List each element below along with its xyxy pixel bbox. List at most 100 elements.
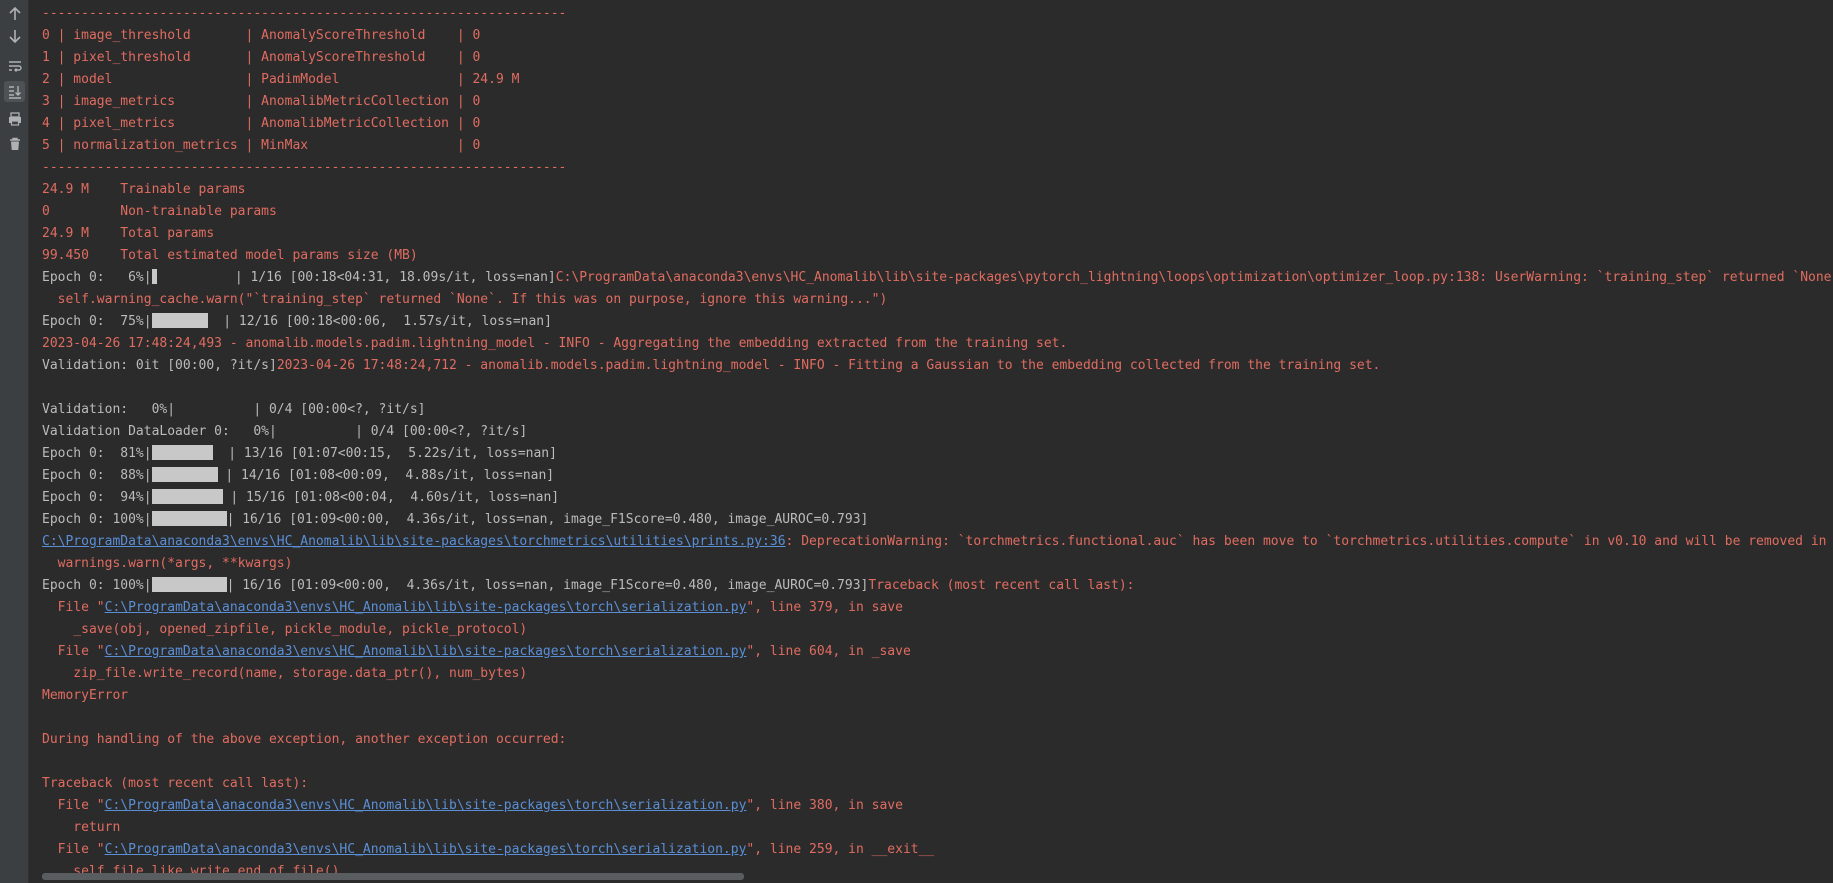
- progress-bar-fill: [151, 467, 218, 482]
- console-line: 4 | pixel_metrics | AnomalibMetricCollec…: [42, 113, 1833, 135]
- console-text: | 13/16 [01:07<00:15, 5.22s/it, loss=nan…: [212, 446, 557, 461]
- progress-bar-fill: [151, 511, 227, 526]
- console-line: 99.450 Total estimated model params size…: [42, 245, 1833, 267]
- trash-icon: [9, 137, 20, 150]
- console-text: 99.450 Total estimated model params size…: [42, 248, 418, 263]
- console-line: MemoryError: [42, 685, 1833, 707]
- console-line: 0 Non-trainable params: [42, 201, 1833, 223]
- console-text: Epoch 0: 94%|: [42, 490, 152, 505]
- console-text: return: [42, 820, 121, 835]
- console-text: : DeprecationWarning: `torchmetrics.func…: [785, 534, 1833, 549]
- clear-all-button[interactable]: [4, 133, 25, 154]
- console-text: Epoch 0: 88%|: [42, 468, 152, 483]
- console-line: Epoch 0: 100%| | 16/16 [01:09<00:00, 4.36…: [42, 509, 1833, 531]
- arrow-up-icon: [8, 6, 21, 20]
- console-line: Epoch 0: 75%| | 12/16 [00:18<00:06, 1.57…: [42, 311, 1833, 333]
- console-line: return: [42, 817, 1833, 839]
- progress-bar-fill: [151, 313, 208, 328]
- console-line: File "C:\ProgramData\anaconda3\envs\HC_A…: [42, 597, 1833, 619]
- console-line: 2023-04-26 17:48:24,493 - anomalib.model…: [42, 333, 1833, 355]
- console-text: File ": [42, 798, 105, 813]
- console-text: Epoch 0: 100%|: [42, 578, 152, 593]
- console-toolbar: [0, 0, 29, 883]
- scroll-up-button[interactable]: [4, 3, 25, 24]
- console-line: Validation: 0it [00:00, ?it/s]2023-04-26…: [42, 355, 1833, 377]
- console-text: Epoch 0: 75%|: [42, 314, 152, 329]
- console-text: | 16/16 [01:09<00:00, 4.36s/it, loss=nan…: [226, 512, 869, 527]
- scroll-down-button[interactable]: [4, 25, 25, 46]
- console-text: Epoch 0: 100%|: [42, 512, 152, 527]
- console-line: File "C:\ProgramData\anaconda3\envs\HC_A…: [42, 641, 1833, 663]
- console-line: During handling of the above exception, …: [42, 729, 1833, 751]
- file-path-link[interactable]: C:\ProgramData\anaconda3\envs\HC_Anomali…: [105, 644, 747, 659]
- console-line: Traceback (most recent call last):: [42, 773, 1833, 795]
- console-text: 1 | pixel_threshold | AnomalyScoreThresh…: [42, 50, 481, 65]
- run-console-window: ----------------------------------------…: [0, 0, 1833, 883]
- print-icon: [8, 111, 21, 126]
- console-line: File "C:\ProgramData\anaconda3\envs\HC_A…: [42, 839, 1833, 861]
- scroll-to-end-icon: [8, 85, 21, 99]
- console-text: | 16/16 [01:09<00:00, 4.36s/it, loss=nan…: [226, 578, 869, 593]
- console-line: 3 | image_metrics | AnomalibMetricCollec…: [42, 91, 1833, 113]
- console-text: ", line 379, in save: [746, 600, 903, 615]
- console-text: File ": [42, 644, 105, 659]
- console-line: Epoch 0: 88%| | 14/16 [01:08<00:09, 4.88…: [42, 465, 1833, 487]
- console-text: During handling of the above exception, …: [42, 732, 567, 747]
- console-line: 5 | normalization_metrics | MinMax | 0: [42, 135, 1833, 157]
- console-text: | 1/16 [00:18<04:31, 18.09s/it, loss=nan…: [156, 270, 556, 285]
- console-text: Epoch 0: 81%|: [42, 446, 152, 461]
- progress-bar-fill: [151, 489, 223, 504]
- console-text: ----------------------------------------…: [42, 6, 567, 21]
- file-path-link[interactable]: C:\ProgramData\anaconda3\envs\HC_Anomali…: [105, 842, 747, 857]
- console-text: 2023-04-26 17:48:24,493 - anomalib.model…: [42, 336, 1068, 351]
- console-line: Epoch 0: 6%| | 1/16 [00:18<04:31, 18.09s…: [42, 267, 1833, 289]
- console-text: zip_file.write_record(name, storage.data…: [42, 666, 528, 681]
- console-text: Validation DataLoader 0: 0%| | 0/4 [00:0…: [42, 424, 528, 439]
- console-text: ", line 380, in save: [746, 798, 903, 813]
- file-path-link[interactable]: C:\ProgramData\anaconda3\envs\HC_Anomali…: [105, 600, 747, 615]
- console-text: 0 Non-trainable params: [42, 204, 277, 219]
- scroll-to-end-button[interactable]: [4, 81, 25, 102]
- console-text: Traceback (most recent call last):: [868, 578, 1135, 593]
- progress-bar-fill: [151, 445, 213, 460]
- console-text: ", line 604, in _save: [746, 644, 911, 659]
- console-line: 2 | model | PadimModel | 24.9 M: [42, 69, 1833, 91]
- console-text: 5 | normalization_metrics | MinMax | 0: [42, 138, 481, 153]
- console-text: 24.9 M Trainable params: [42, 182, 246, 197]
- console-text: Traceback (most recent call last):: [42, 776, 309, 791]
- console-line: 24.9 M Trainable params: [42, 179, 1833, 201]
- console-output[interactable]: ----------------------------------------…: [42, 3, 1833, 883]
- file-path-link[interactable]: C:\ProgramData\anaconda3\envs\HC_Anomali…: [105, 798, 747, 813]
- soft-wrap-icon: [8, 60, 22, 72]
- console-text: MemoryError: [42, 688, 129, 703]
- console-line: Epoch 0: 81%| | 13/16 [01:07<00:15, 5.22…: [42, 443, 1833, 465]
- console-line: 24.9 M Total params: [42, 223, 1833, 245]
- console-text: 0 | image_threshold | AnomalyScoreThresh…: [42, 28, 481, 43]
- file-path-link[interactable]: C:\ProgramData\anaconda3\envs\HC_Anomali…: [42, 534, 786, 549]
- console-text: _save(obj, opened_zipfile, pickle_module…: [42, 622, 528, 637]
- console-text: ", line 259, in __exit__: [746, 842, 935, 857]
- console-text: 3 | image_metrics | AnomalibMetricCollec…: [42, 94, 481, 109]
- console-line: 1 | pixel_threshold | AnomalyScoreThresh…: [42, 47, 1833, 69]
- console-text: 2023-04-26 17:48:24,712 - anomalib.model…: [276, 358, 1381, 373]
- print-button[interactable]: [4, 108, 25, 129]
- console-line: File "C:\ProgramData\anaconda3\envs\HC_A…: [42, 795, 1833, 817]
- console-line: warnings.warn(*args, **kwargs): [42, 553, 1833, 575]
- console-line: zip_file.write_record(name, storage.data…: [42, 663, 1833, 685]
- console-line: 0 | image_threshold | AnomalyScoreThresh…: [42, 25, 1833, 47]
- progress-bar-fill: [151, 577, 227, 592]
- arrow-down-icon: [8, 29, 21, 43]
- horizontal-scrollbar[interactable]: [42, 873, 744, 880]
- soft-wrap-button[interactable]: [4, 56, 25, 77]
- console-text: 24.9 M Total params: [42, 226, 215, 241]
- console-text: ----------------------------------------…: [42, 160, 567, 175]
- console-text: 2 | model | PadimModel | 24.9 M: [42, 72, 520, 87]
- console-text: | 15/16 [01:08<00:04, 4.60s/it, loss=nan…: [222, 490, 560, 505]
- console-text: C:\ProgramData\anaconda3\envs\HC_Anomali…: [555, 270, 1833, 285]
- console-line: ----------------------------------------…: [42, 157, 1833, 179]
- console-line: self.warning_cache.warn("`training_step`…: [42, 289, 1833, 311]
- console-text: File ": [42, 842, 105, 857]
